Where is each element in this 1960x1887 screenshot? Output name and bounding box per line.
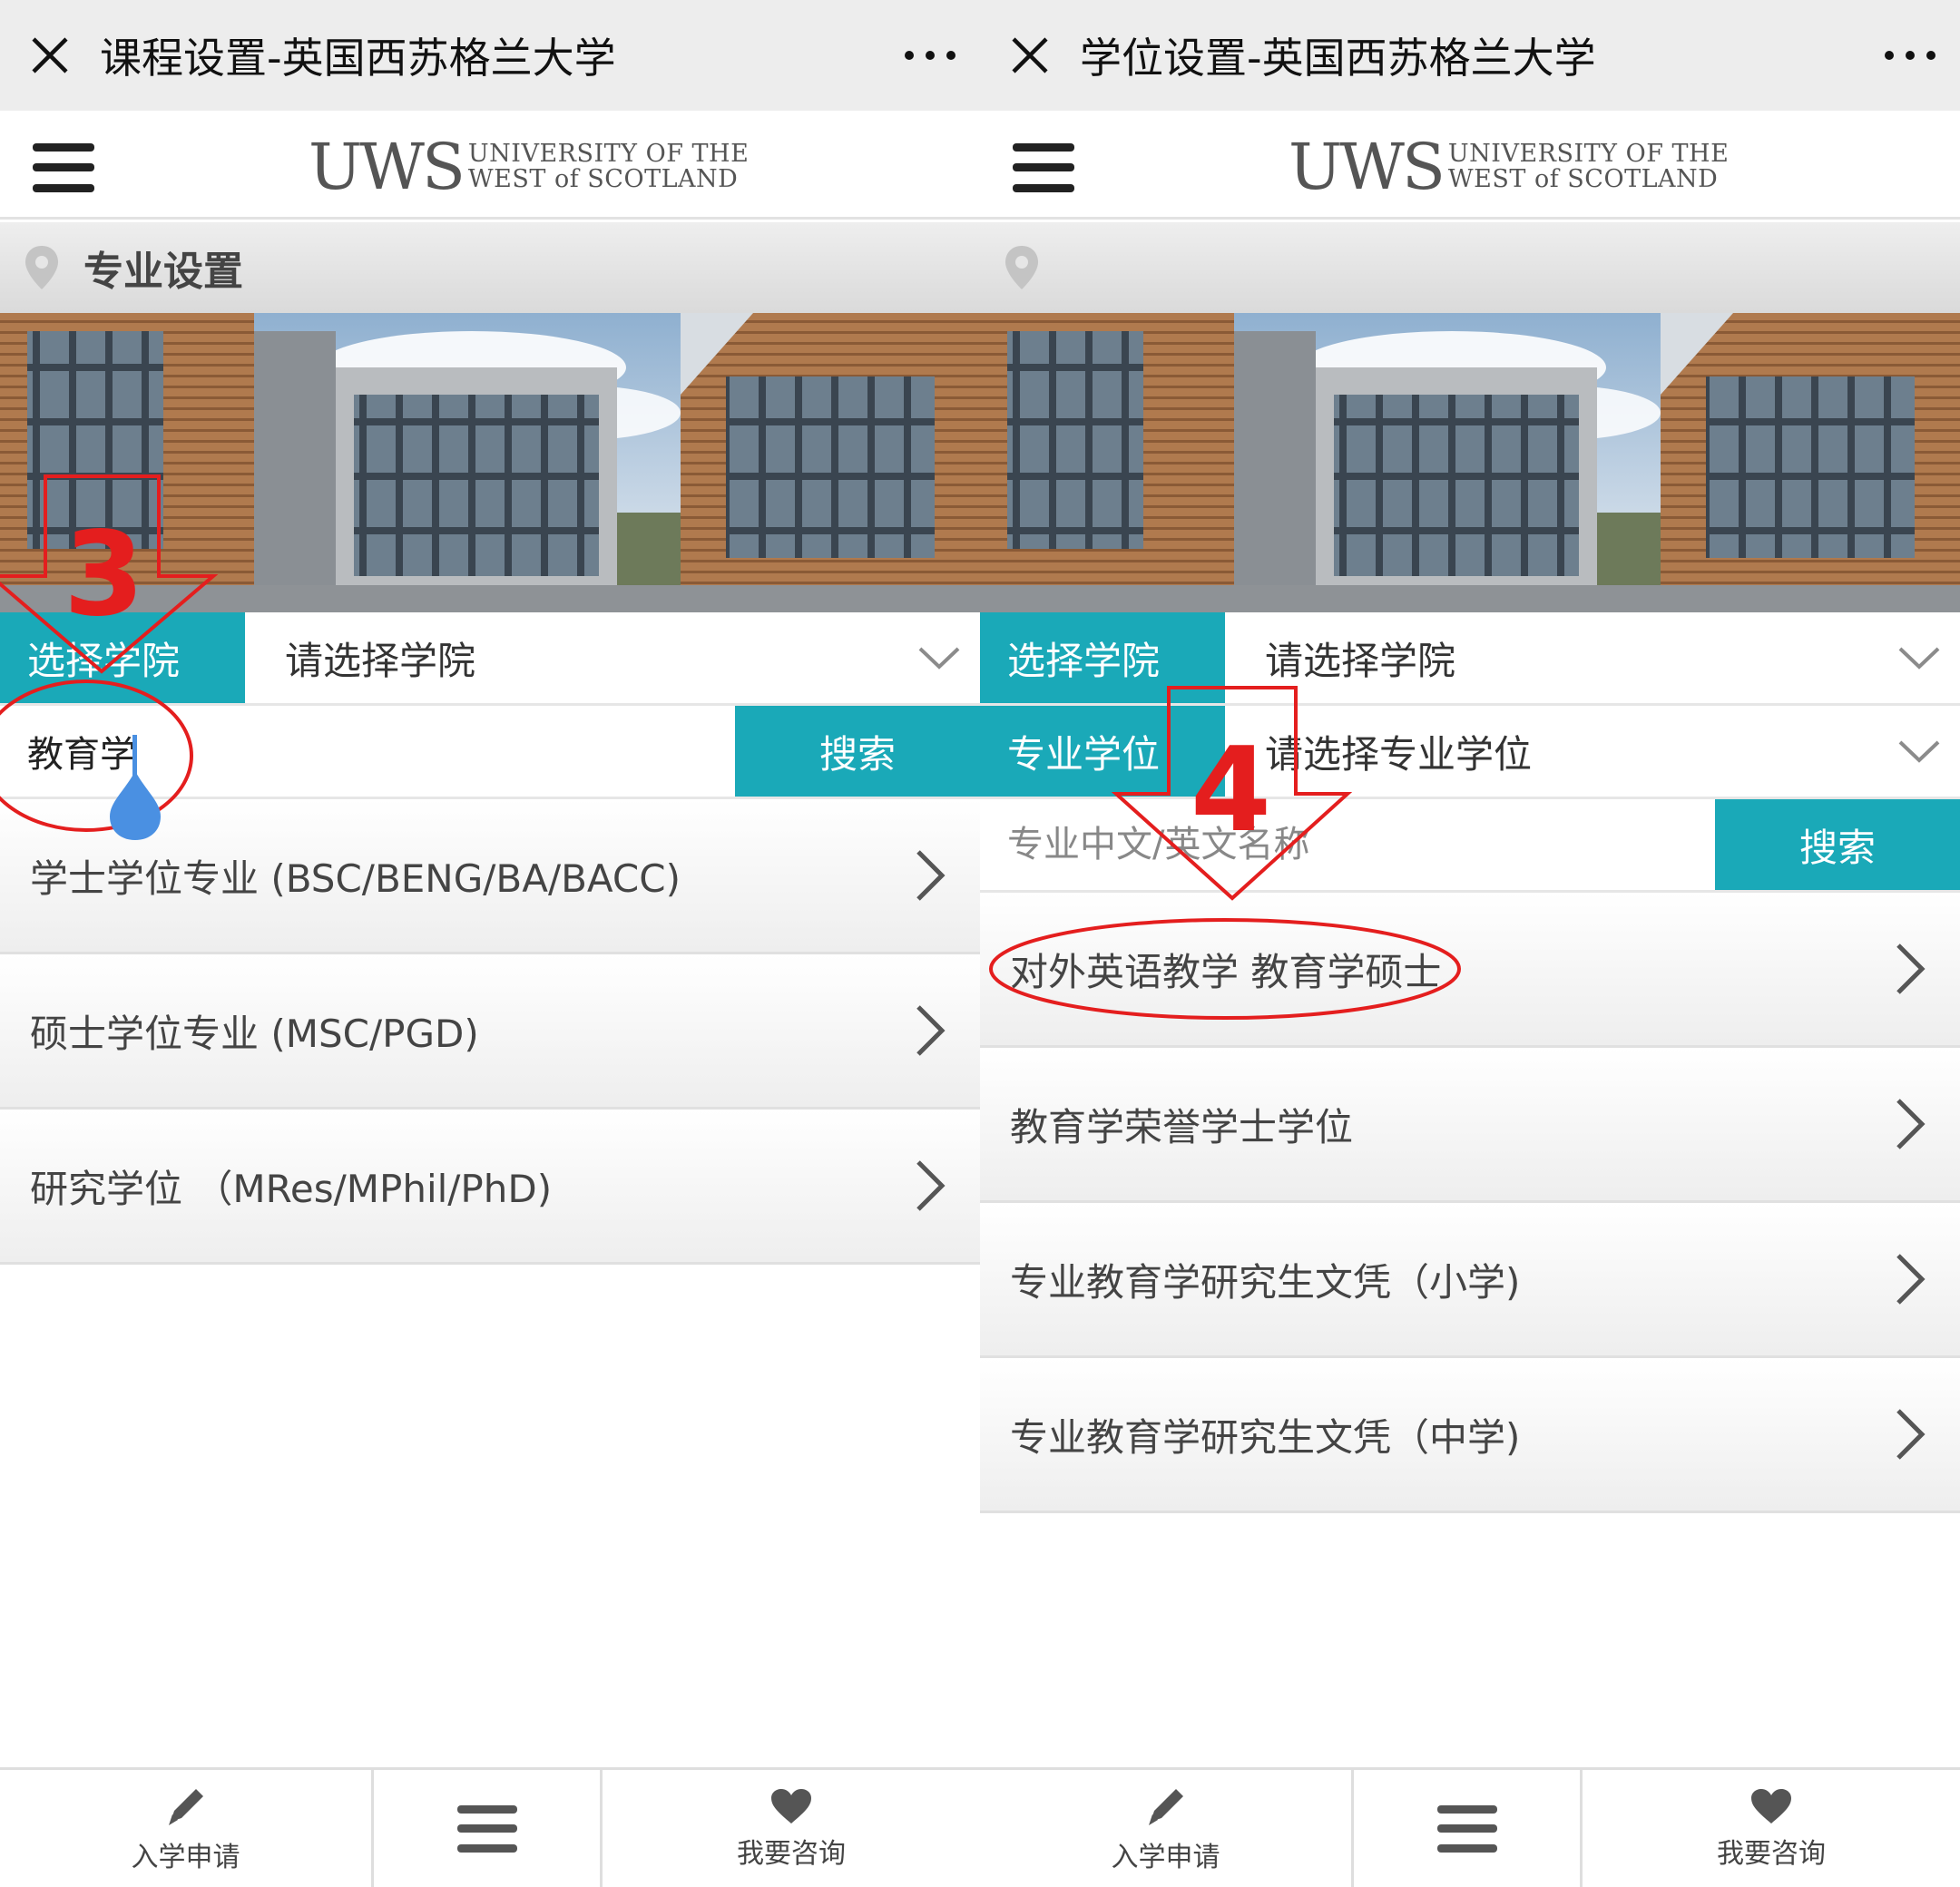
search-input[interactable] bbox=[980, 799, 1715, 890]
list-item-tesol-med[interactable]: 对外英语教学 教育学硕士 bbox=[980, 893, 1960, 1048]
search-input[interactable] bbox=[0, 706, 735, 797]
uws-logo[interactable]: UWS UNIVERSITY OF THE WEST of SCOTLAND bbox=[1289, 131, 1729, 203]
site-header: UWS UNIVERSITY OF THE WEST of SCOTLAND bbox=[0, 111, 980, 220]
hamburger-icon bbox=[33, 143, 94, 192]
college-select-row[interactable]: 选择学院 请选择学院 bbox=[0, 612, 980, 706]
site-header: UWS UNIVERSITY OF THE WEST of SCOTLAND bbox=[980, 111, 1960, 220]
heart-icon bbox=[771, 1788, 811, 1823]
close-button[interactable] bbox=[980, 0, 1080, 111]
chevron-down-icon bbox=[918, 647, 960, 670]
location-pin-icon bbox=[1005, 246, 1038, 289]
more-icon bbox=[1885, 51, 1936, 60]
left-panel: 课程设置-英国西苏格兰大学 UWS UNIVERSITY OF THE WEST … bbox=[0, 0, 980, 1887]
search-button[interactable]: 搜索 bbox=[1715, 799, 1960, 890]
search-row: 搜索 bbox=[0, 706, 980, 799]
pencil-icon bbox=[168, 1788, 203, 1825]
bottom-tab-bar: 入学申请 我要咨询 bbox=[0, 1767, 980, 1887]
college-select[interactable]: 请选择学院 bbox=[245, 612, 898, 703]
chevron-down-icon bbox=[1898, 740, 1940, 763]
list-item-research[interactable]: 研究学位 （MRes/MPhil/PhD) bbox=[0, 1110, 980, 1265]
close-icon bbox=[1012, 37, 1048, 73]
bottom-tab-bar: 入学申请 我要咨询 bbox=[980, 1767, 1960, 1887]
title-bar: 学位设置-英国西苏格兰大学 bbox=[980, 0, 1960, 111]
college-select-row[interactable]: 选择学院 请选择学院 bbox=[980, 612, 1960, 706]
search-button[interactable]: 搜索 bbox=[735, 706, 980, 797]
pencil-icon bbox=[1148, 1788, 1183, 1825]
step-number-3: 3 bbox=[64, 507, 145, 642]
right-panel: 学位设置-英国西苏格兰大学 UWS UNIVERSITY OF THE WEST … bbox=[980, 0, 1960, 1887]
more-button[interactable] bbox=[1860, 0, 1960, 111]
more-icon bbox=[905, 51, 956, 60]
hamburger-menu-button[interactable] bbox=[1013, 143, 1074, 196]
campus-banner-image bbox=[0, 313, 980, 612]
menu-icon bbox=[456, 1804, 517, 1853]
step-number-4: 4 bbox=[1191, 723, 1272, 858]
breadcrumb-text: 专业设置 bbox=[83, 249, 243, 295]
list-item-master[interactable]: 硕士学位专业 (MSC/PGD) bbox=[0, 954, 980, 1110]
college-select[interactable]: 请选择学院 bbox=[1225, 612, 1878, 703]
close-button[interactable] bbox=[0, 0, 100, 111]
heart-icon bbox=[1751, 1788, 1791, 1823]
chevron-right-icon bbox=[1896, 1254, 1926, 1305]
tab-menu[interactable] bbox=[374, 1770, 603, 1887]
chevron-right-icon bbox=[1896, 1099, 1926, 1149]
college-label: 选择学院 bbox=[980, 612, 1225, 703]
menu-icon bbox=[1436, 1804, 1497, 1853]
window-title: 学位设置-英国西苏格兰大学 bbox=[1080, 34, 1596, 83]
chevron-right-icon bbox=[1896, 944, 1926, 994]
hamburger-icon bbox=[1013, 143, 1074, 192]
list-item-pgde-secondary[interactable]: 专业教育学研究生文凭（中学) bbox=[980, 1358, 1960, 1513]
title-bar: 课程设置-英国西苏格兰大学 bbox=[0, 0, 980, 111]
tab-apply[interactable]: 入学申请 bbox=[0, 1770, 374, 1887]
tab-menu[interactable] bbox=[1354, 1770, 1583, 1887]
list-item-bachelor[interactable]: 学士学位专业 (BSC/BENG/BA/BACC) bbox=[0, 799, 980, 954]
degree-select-row[interactable]: 专业学位 请选择专业学位 bbox=[980, 706, 1960, 799]
degree-label: 专业学位 bbox=[980, 706, 1225, 797]
chevron-right-icon bbox=[916, 850, 946, 901]
degree-select[interactable]: 请选择专业学位 bbox=[1225, 706, 1878, 797]
tab-apply[interactable]: 入学申请 bbox=[980, 1770, 1354, 1887]
chevron-right-icon bbox=[1896, 1409, 1926, 1460]
more-button[interactable] bbox=[880, 0, 980, 111]
tab-consult[interactable]: 我要咨询 bbox=[603, 1770, 980, 1887]
close-icon bbox=[32, 37, 68, 73]
list-item-pgde-primary[interactable]: 专业教育学研究生文凭（小学) bbox=[980, 1203, 1960, 1358]
breadcrumb bbox=[980, 222, 1960, 313]
uws-logo[interactable]: UWS UNIVERSITY OF THE WEST of SCOTLAND bbox=[309, 131, 749, 203]
campus-banner-image bbox=[980, 313, 1960, 612]
chevron-right-icon bbox=[916, 1005, 946, 1056]
search-row: 搜索 bbox=[980, 799, 1960, 893]
tab-consult[interactable]: 我要咨询 bbox=[1583, 1770, 1960, 1887]
chevron-right-icon bbox=[916, 1160, 946, 1211]
chevron-down-icon bbox=[1898, 647, 1940, 670]
list-item-education-honours[interactable]: 教育学荣誉学士学位 bbox=[980, 1048, 1960, 1203]
breadcrumb: 专业设置 bbox=[0, 222, 980, 313]
hamburger-menu-button[interactable] bbox=[33, 143, 94, 196]
window-title: 课程设置-英国西苏格兰大学 bbox=[100, 34, 616, 83]
location-pin-icon bbox=[25, 246, 58, 289]
